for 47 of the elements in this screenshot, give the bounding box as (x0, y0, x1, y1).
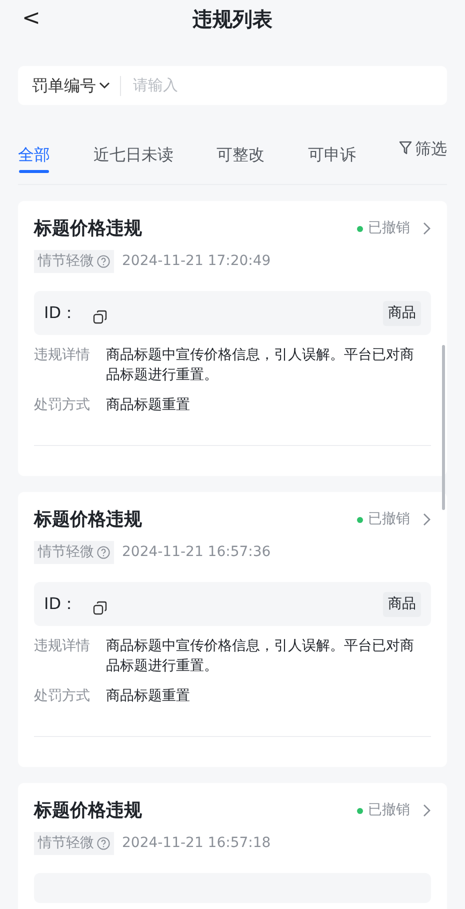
filter-icon (399, 141, 412, 155)
status-link[interactable]: 已撤销 (357, 218, 431, 239)
severity-tag: 情节轻微 (34, 250, 114, 273)
scrollbar[interactable] (442, 345, 445, 510)
help-icon[interactable] (97, 837, 110, 850)
status-link[interactable]: 已撤销 (357, 800, 431, 821)
copy-icon[interactable] (93, 310, 108, 324)
chevron-right-icon (423, 222, 431, 235)
page-title: 违规列表 (192, 6, 272, 33)
record-time: 2024-11-21 17:20:49 (122, 252, 271, 271)
chevron-right-icon (423, 513, 431, 526)
record-title: 标题价格违规 (34, 799, 142, 823)
record-card[interactable]: 标题价格违规 已撤销 情节轻微 2024-11-21 16:57:18 (18, 783, 447, 909)
detail-value: 商品标题中宣传价格信息，引人误解。平台已对商品标题进行重置。 (106, 637, 415, 676)
record-card[interactable]: 标题价格违规 已撤销 情节轻微 2024-11-21 17:20:49 ID： 商品 违规详情 商品标题中宣传价格信息，引人误解。平台已对商品标题进行重置。 处罚方式 商品标题重置 (18, 201, 447, 476)
back-button[interactable]: < (22, 2, 40, 35)
search-field[interactable]: 罚单编号 请输入 (18, 66, 447, 105)
severity-tag: 情节轻微 (34, 541, 114, 564)
record-title: 标题价格违规 (34, 508, 142, 532)
help-icon[interactable] (97, 255, 110, 268)
severity-tag: 情节轻微 (34, 832, 114, 855)
detail-label: 违规详情 (34, 637, 91, 656)
tab[interactable]: 全部 (18, 125, 50, 173)
help-icon[interactable] (97, 546, 110, 559)
record-title: 标题价格违规 (34, 217, 142, 241)
field-type-dropdown[interactable]: 罚单编号 (32, 74, 110, 98)
id-label: ID： (44, 302, 78, 324)
status-link[interactable]: 已撤销 (357, 509, 431, 530)
filter-button[interactable]: 筛选 (399, 125, 447, 173)
detail-value: 商品标题中宣传价格信息，引人误解。平台已对商品标题进行重置。 (106, 346, 415, 385)
copy-icon[interactable] (93, 601, 108, 615)
id-label: ID： (44, 593, 78, 615)
record-card[interactable]: 标题价格违规 已撤销 情节轻微 2024-11-21 16:57:36 ID： 商品 违规详情 商品标题中宣传价格信息，引人误解。平台已对商品标题进行重置。 处罚方式 商品标题重置 (18, 492, 447, 767)
record-time: 2024-11-21 16:57:18 (122, 834, 271, 853)
tab[interactable]: 近七日未读 (93, 125, 174, 173)
detail-label: 违规详情 (34, 346, 91, 365)
tab[interactable]: 可申诉 (308, 125, 356, 173)
detail-value: 商品标题重置 (106, 396, 191, 415)
detail-label: 处罚方式 (34, 396, 91, 415)
type-tag: 商品 (383, 300, 421, 326)
detail-label: 处罚方式 (34, 687, 91, 706)
chevron-down-icon (99, 82, 110, 89)
type-tag: 商品 (383, 592, 421, 616)
detail-value: 商品标题重置 (106, 687, 191, 706)
tab[interactable]: 可整改 (216, 125, 264, 173)
record-time: 2024-11-21 16:57:36 (122, 543, 271, 562)
chevron-right-icon (423, 804, 431, 817)
